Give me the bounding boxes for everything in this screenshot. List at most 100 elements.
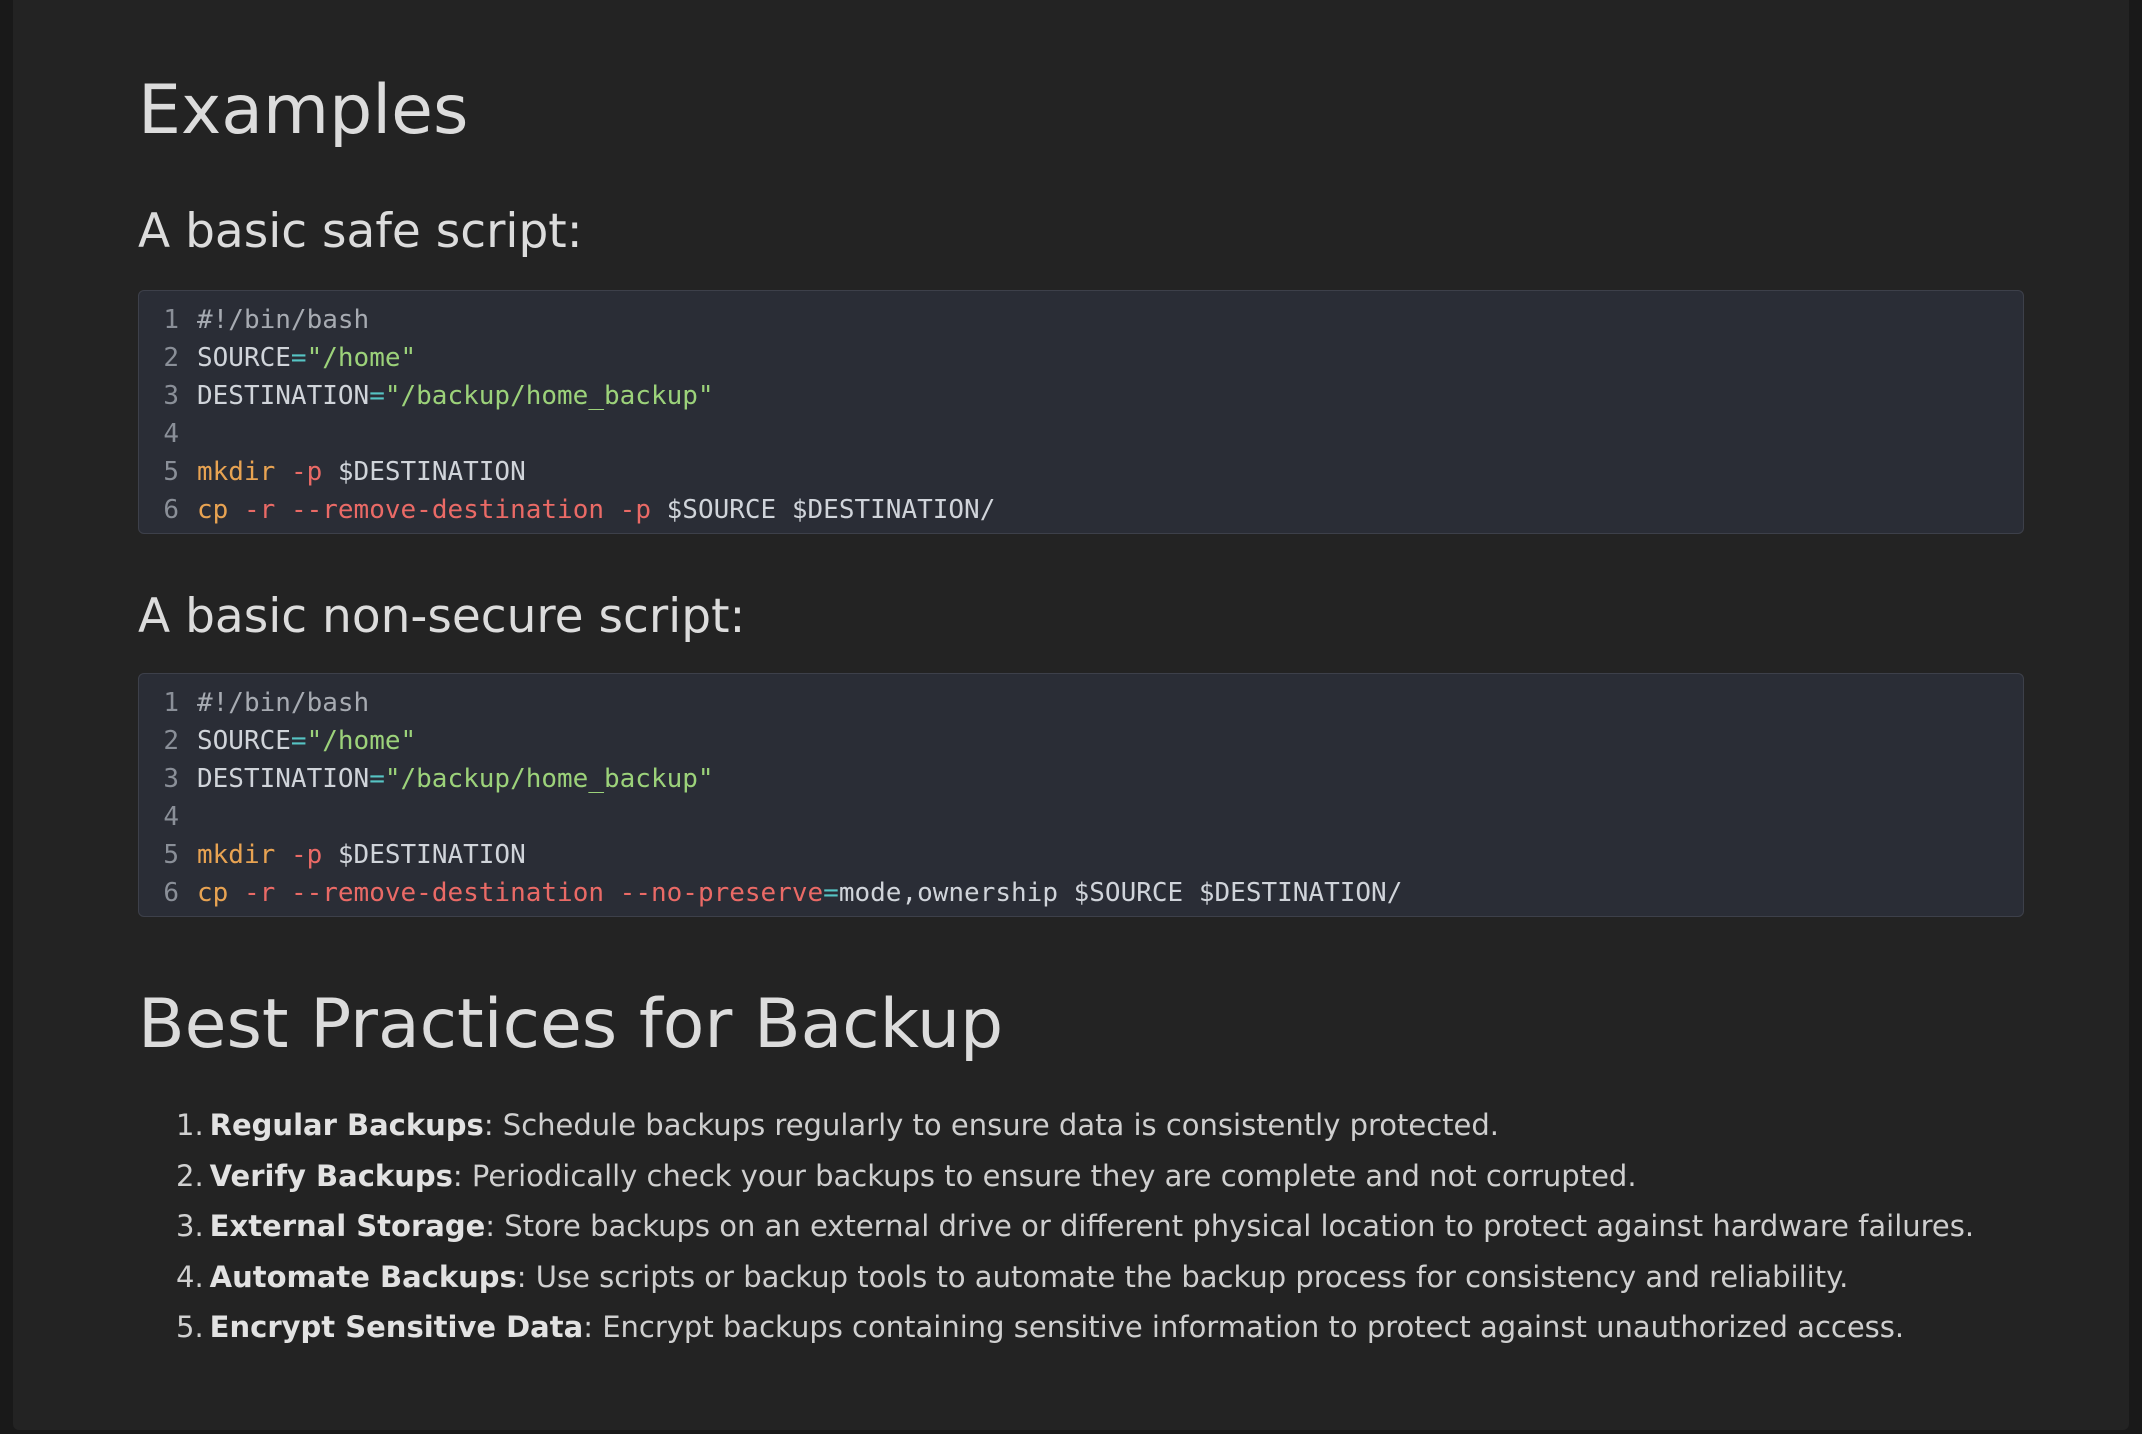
list-item-number: 2. [176, 1158, 204, 1193]
code-text: cp -r --remove-destination --no-preserve… [197, 874, 1402, 912]
line-number: 5 [163, 840, 179, 870]
list-item: 5. Encrypt Sensitive Data: Encrypt backup… [176, 1302, 1974, 1353]
code-line: 5 mkdir -p $DESTINATION [139, 836, 2023, 874]
list-item: 4. Automate Backups: Use scripts or backu… [176, 1252, 1974, 1303]
list-item-number: 5. [176, 1310, 204, 1344]
code-line: 3 DESTINATION="/backup/home_backup" [139, 760, 2023, 798]
code-text: mkdir -p $DESTINATION [197, 836, 526, 874]
code-token: cp [197, 878, 229, 908]
code-token: SOURCE [197, 726, 291, 756]
list-item-description: : Use scripts or backup tools to automat… [516, 1259, 1849, 1294]
list-item-description: : Store backups on an external drive or … [485, 1209, 1975, 1243]
code-line: 2 SOURCE="/home" [139, 722, 2023, 760]
best-practices-list: 1. Regular Backups: Schedule backups regu… [176, 1100, 1974, 1353]
code-text: SOURCE="/home" [197, 722, 416, 760]
code-line: 4 [139, 798, 2023, 836]
code-token: SOURCE [197, 343, 291, 373]
list-item: 1. Regular Backups: Schedule backups regu… [176, 1100, 1974, 1151]
code-token: "/backup/home_backup" [384, 764, 714, 794]
code-line: 6 cp -r --remove-destination --no-preserv… [139, 874, 2023, 912]
code-line: 2 SOURCE="/home" [139, 339, 2023, 377]
code-token: -p [619, 495, 651, 525]
unsafe-script-code-block[interactable]: 1 #!/bin/bash 2 SOURCE="/home" 3 DESTINATION=… [138, 673, 2024, 917]
list-item-number: 3. [176, 1209, 204, 1243]
code-text: mkdir -p $DESTINATION [197, 453, 526, 491]
code-token: -p [290, 840, 323, 870]
list-item-title: Regular Backups [209, 1108, 484, 1142]
code-token: -p [290, 457, 323, 487]
code-token: $DESTINATION [322, 457, 526, 487]
code-token: #!/bin/bash [197, 688, 370, 718]
line-number: 3 [163, 764, 179, 794]
code-token: DESTINATION [197, 764, 370, 794]
code-token: = [369, 381, 385, 411]
code-line: 1 #!/bin/bash [139, 684, 2023, 722]
code-token: = [823, 878, 839, 908]
code-token: #!/bin/bash [197, 305, 370, 335]
unsafe-script-heading: A basic non-secure script: [138, 589, 746, 644]
code-token: mkdir [197, 840, 276, 870]
list-item-title: Encrypt Sensitive Data [209, 1310, 584, 1344]
list-item-description: : Periodically check your backups to ens… [452, 1158, 1637, 1193]
code-text: #!/bin/bash [197, 301, 369, 339]
list-item: 3. External Storage: Store backups on an … [176, 1201, 1974, 1252]
list-item-number: 1. [176, 1108, 204, 1142]
list-item-title: External Storage [209, 1209, 486, 1243]
line-number: 2 [163, 726, 179, 756]
code-token: -r [243, 878, 276, 908]
code-text: #!/bin/bash [197, 684, 369, 722]
line-number: 1 [163, 305, 179, 335]
code-line: 3 DESTINATION="/backup/home_backup" [139, 377, 2023, 415]
list-item: 2. Verify Backups: Periodically check you… [176, 1151, 1974, 1202]
code-token: mkdir [197, 457, 276, 487]
code-text: DESTINATION="/backup/home_backup" [197, 377, 714, 415]
list-item-number: 4. [176, 1259, 204, 1294]
code-token: mode,ownership $SOURCE $DESTINATION/ [838, 878, 1403, 908]
code-token: cp [197, 495, 229, 525]
line-number: 6 [163, 495, 179, 525]
code-token: $SOURCE $DESTINATION/ [650, 495, 996, 525]
document-page: Examples A basic safe script: 1 #!/bin/ba… [13, 0, 2129, 1430]
code-token: $DESTINATION [322, 840, 526, 870]
code-text: cp -r --remove-destination -p $SOURCE $D… [197, 491, 995, 529]
code-token: = [290, 343, 307, 373]
line-number: 5 [163, 457, 179, 487]
code-token: "/home" [306, 726, 417, 756]
list-item-description: : Schedule backups regularly to ensure d… [483, 1108, 1500, 1142]
code-text: SOURCE="/home" [197, 339, 416, 377]
code-token: -r [243, 495, 276, 525]
line-number: 4 [163, 802, 179, 832]
line-number: 1 [163, 688, 179, 718]
list-item-title: Verify Backups [209, 1158, 453, 1193]
code-token: = [369, 764, 385, 794]
code-token: "/home" [306, 343, 417, 373]
code-token: DESTINATION [197, 381, 370, 411]
list-item-title: Automate Backups [209, 1259, 517, 1294]
code-line: 6 cp -r --remove-destination -p $SOURCE $… [139, 491, 2023, 529]
code-line: 1 #!/bin/bash [139, 301, 2023, 339]
line-number: 6 [163, 878, 179, 908]
line-number: 3 [163, 381, 179, 411]
code-token: --no-preserve [619, 878, 824, 908]
code-token: --remove-destination [290, 878, 605, 908]
code-line: 5 mkdir -p $DESTINATION [139, 453, 2023, 491]
line-number: 4 [163, 419, 179, 449]
best-practices-heading: Best Practices for Backup [138, 985, 1004, 1064]
list-item-description: : Encrypt backups containing sensitive i… [583, 1310, 1905, 1344]
safe-script-code-block[interactable]: 1 #!/bin/bash 2 SOURCE="/home" 3 DESTINATION=… [138, 290, 2024, 534]
code-text: DESTINATION="/backup/home_backup" [197, 760, 714, 798]
code-line: 4 [139, 415, 2023, 453]
examples-heading: Examples [138, 71, 469, 150]
safe-script-heading: A basic safe script: [138, 204, 583, 259]
line-number: 2 [163, 343, 179, 373]
code-token: = [290, 726, 307, 756]
code-token: --remove-destination [290, 495, 605, 525]
